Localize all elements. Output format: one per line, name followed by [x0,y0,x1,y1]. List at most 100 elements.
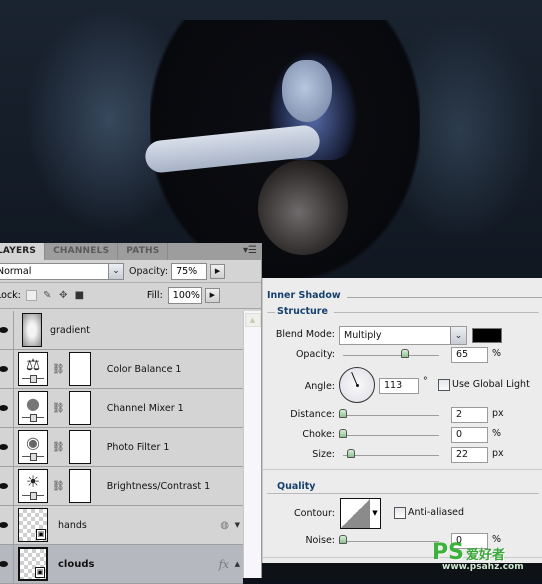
angle-unit: ° [423,376,428,387]
layer-style-panel: Inner Shadow Structure Blend Mode: Multi… [262,278,542,563]
scroll-up-icon[interactable]: ▲ [244,313,261,327]
layer-name: gradient [50,324,91,336]
panel-menu-icon[interactable]: ▾☰ [243,246,257,256]
choke-slider-handle[interactable] [339,429,347,438]
smart-object-icon: ▣ [35,567,45,578]
layers-panel: LAYERS CHANNELS PATHS ▾☰ Normal ⌄ Opacit… [0,243,262,584]
contour-dropdown-icon[interactable]: ▼ [370,499,380,528]
photo-filter-icon: ◉ [26,433,40,452]
angle-dial[interactable] [339,367,375,403]
opacity-input[interactable]: 75% [171,262,208,280]
tab-paths[interactable]: PATHS [118,243,169,260]
opacity-slider-track[interactable] [343,355,439,356]
eye-icon [0,366,8,372]
visibility-toggle[interactable] [0,350,14,388]
link-icon[interactable]: ⛓ [52,403,65,414]
distance-unit: px [492,408,504,419]
layer-row-brightness-contrast[interactable]: ☀ ⛓ Brightness/Contrast 1 [0,467,243,506]
size-input[interactable]: 22 [451,447,488,463]
lock-move-icon[interactable]: ✥ [58,290,69,301]
color-balance-icon: ⚖ [25,355,41,374]
brightness-contrast-icon: ☀ [25,472,41,491]
layer-mask-thumbnail[interactable] [68,430,91,464]
use-global-light-label: Use Global Light [452,379,530,390]
link-icon[interactable]: ⛓ [52,481,65,492]
layer-thumbnail: ▣ [18,547,48,581]
noise-slider-handle[interactable] [339,535,347,544]
opacity-slider-handle[interactable] [401,349,410,358]
choke-unit: % [492,428,502,439]
shadow-color-swatch[interactable] [472,328,502,343]
layer-thumbnail: ◉ [18,430,48,464]
layer-row-hands[interactable]: ▣ hands ◍ ▼ [0,506,243,545]
blend-row: Normal ⌄ Opacity: 75% ▶ [0,260,261,283]
fill-label: Fill: [146,290,163,301]
visibility-toggle[interactable] [0,506,14,544]
layer-row-clouds[interactable]: ▣ clouds fx ▲ [0,545,243,584]
chevron-down-icon[interactable]: ⌄ [450,327,466,344]
tab-layers[interactable]: LAYERS [0,243,46,260]
choke-slider-track[interactable] [343,435,439,436]
visibility-toggle[interactable] [0,428,14,466]
divider [263,469,542,470]
visibility-toggle[interactable] [0,389,14,427]
fill-slider-button[interactable]: ▶ [204,288,220,303]
collapse-arrow-icon[interactable]: ▲ [235,560,240,568]
size-slider-track[interactable] [343,455,439,456]
layer-mask-thumbnail[interactable] [68,352,91,386]
visibility-toggle[interactable] [0,467,14,505]
eye-icon [0,483,8,489]
contour-picker[interactable]: ▼ [340,498,381,529]
layer-name: clouds [58,558,95,570]
angle-center-dot [356,384,359,387]
lock-transparent-icon[interactable] [25,290,37,301]
eye-icon [0,522,8,528]
opacity-input[interactable]: 65 [451,347,488,363]
layers-scrollbar[interactable]: ▲ [243,311,261,578]
opacity-slider-button[interactable]: ▶ [210,263,226,279]
use-global-light-checkbox[interactable] [438,379,450,391]
lock-all-icon[interactable]: ■ [74,290,85,301]
angle-input[interactable]: 113 [379,378,419,394]
chevron-down-icon[interactable]: ⌄ [108,263,123,279]
panel-tabs: LAYERS CHANNELS PATHS ▾☰ [0,243,261,260]
link-icon[interactable]: ⛓ [52,442,65,453]
fx-icon[interactable]: fx [219,558,229,571]
layer-row-gradient[interactable]: gradient [0,311,243,350]
layer-mask-thumbnail[interactable] [68,391,91,425]
visibility-toggle[interactable] [0,311,14,349]
style-effects-icon[interactable]: ◍ [220,520,229,531]
eye-icon [0,327,8,333]
distance-label: Distance: [290,409,335,420]
layer-mask-thumbnail[interactable] [68,469,91,503]
section-title-inner-shadow: Inner Shadow [267,290,347,301]
layer-name: hands [58,519,87,531]
blend-mode-value: Normal [0,265,32,277]
distance-slider-track[interactable] [343,415,439,416]
distance-input[interactable]: 2 [451,407,488,423]
contour-preview [341,499,371,528]
size-slider-handle[interactable] [347,449,356,458]
watermark-brand-cn: 爱好者 [465,548,505,563]
blend-mode-select[interactable]: Multiply [339,326,467,345]
layer-row-color-balance[interactable]: ⚖ ⛓ Color Balance 1 [0,350,243,389]
tab-channels[interactable]: CHANNELS [45,243,119,260]
smart-object-icon: ▣ [36,529,46,540]
layer-row-channel-mixer[interactable]: ● ⛓ Channel Mixer 1 [0,389,243,428]
divider [345,297,542,298]
anti-aliased-checkbox[interactable] [394,507,406,519]
section-title-structure: Structure [275,306,334,317]
noise-slider-track[interactable] [343,541,439,542]
lock-label: Lock: [0,290,21,301]
blend-mode-select[interactable]: Normal ⌄ [0,262,124,280]
lock-brush-icon[interactable]: ✎ [42,290,53,301]
link-icon[interactable]: ⛓ [52,364,65,375]
eye-icon [0,444,8,450]
choke-input[interactable]: 0 [451,427,488,443]
distance-slider-handle[interactable] [339,409,347,418]
fill-input[interactable]: 100% [167,287,202,304]
choke-label: Choke: [302,429,335,440]
expand-arrow-icon[interactable]: ▼ [235,521,240,529]
visibility-toggle[interactable] [0,545,14,583]
layer-row-photo-filter[interactable]: ◉ ⛓ Photo Filter 1 [0,428,243,467]
